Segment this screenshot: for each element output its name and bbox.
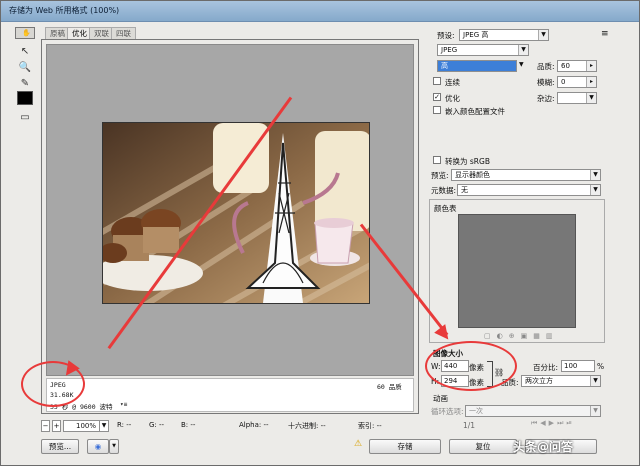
status-index: 索引: --: [358, 422, 382, 430]
convert-srgb-checkbox[interactable]: [433, 156, 441, 164]
metadata-label: 元数据:: [431, 186, 457, 195]
animation-title: 动画: [433, 394, 448, 403]
status-b: B: --: [181, 421, 196, 429]
resample-select[interactable]: 两次立方 ▼: [521, 375, 601, 387]
status-hex: 十六进制: --: [288, 422, 326, 430]
loop-select[interactable]: 一次 ▼: [465, 405, 601, 417]
progressive-checkbox[interactable]: [433, 77, 441, 85]
metadata-select[interactable]: 无 ▼: [457, 184, 601, 196]
quality-label: 品质:: [537, 62, 555, 71]
preview-image: [102, 122, 370, 304]
preview-canvas[interactable]: [46, 44, 414, 376]
title-bar: 存储为 Web 所用格式 (100%): [1, 1, 639, 22]
reset-button[interactable]: 复位: [449, 439, 517, 454]
eyedropper-tool-icon[interactable]: ✎: [15, 75, 35, 91]
preview-mode-select[interactable]: 显示器颜色 ▼: [451, 169, 601, 181]
loop-label: 循环选项:: [431, 407, 464, 416]
optimization-info: JPEG 31.68K 35 秒 @ 9600 波特 ▾≡ 60 品质: [46, 378, 414, 412]
matte-select[interactable]: ▼: [557, 92, 597, 104]
matte-label: 杂边:: [537, 94, 555, 103]
zoom-tool-icon[interactable]: 🔍: [15, 59, 35, 75]
convert-srgb-label: 转换为 sRGB: [445, 157, 490, 166]
blur-label: 模糊:: [537, 78, 555, 87]
percent-input[interactable]: 100: [561, 360, 595, 372]
info-quality: 60 品质: [377, 383, 402, 391]
chevron-down-icon: ▼: [586, 93, 596, 103]
preset-label: 预设:: [437, 31, 455, 40]
annotation-ellipse-size: [425, 341, 517, 391]
warning-icon: ⚠: [354, 439, 363, 449]
embed-profile-label: 嵌入颜色配置文件: [445, 107, 505, 116]
progressive-label: 连续: [445, 78, 460, 87]
info-menu-icon[interactable]: ▾≡: [120, 401, 127, 408]
save-button[interactable]: 存储: [369, 439, 441, 454]
embed-profile-checkbox[interactable]: [433, 106, 441, 114]
preset-select[interactable]: JPEG 高 ▼: [459, 29, 549, 41]
status-r: R: --: [117, 421, 132, 429]
eyedropper-color-swatch[interactable]: [17, 91, 33, 105]
color-table-toolbar-icons[interactable]: ▢◐⊕▣▦▥: [484, 332, 558, 340]
blur-input[interactable]: 0 ▸: [557, 76, 597, 88]
tab-4up[interactable]: 四联: [111, 27, 136, 39]
status-alpha: Alpha: --: [239, 421, 269, 429]
toggle-slices-icon[interactable]: ▭: [15, 109, 35, 125]
slice-select-tool-icon[interactable]: ↖: [15, 43, 35, 59]
frame-counter: 1/1: [463, 421, 476, 430]
preset-menu-icon[interactable]: ≡: [601, 29, 609, 39]
preview-button[interactable]: 预览...: [41, 439, 79, 454]
tool-strip: ✋ ↖ 🔍 ✎ ▭: [15, 27, 37, 127]
status-bar: − + 100% ▼ R: -- G: -- B: -- Alpha: -- 十…: [41, 419, 421, 433]
chevron-down-icon: ▼: [590, 376, 600, 386]
chevron-right-icon: ▸: [586, 77, 596, 87]
color-table-panel: 颜色表 ▢◐⊕▣▦▥: [429, 199, 605, 343]
watermark-text: 头条@问答: [513, 440, 574, 454]
percent-unit: %: [597, 362, 605, 371]
zoom-out-button[interactable]: −: [41, 420, 50, 432]
quality-input[interactable]: 60 ▸: [557, 60, 597, 72]
window-title: 存储为 Web 所用格式 (100%): [9, 6, 120, 15]
chevron-down-icon: ▼: [518, 45, 528, 55]
preview-mode-label: 预览:: [431, 171, 449, 180]
compression-chevron-icon[interactable]: ▼: [519, 61, 524, 68]
optimized-label: 优化: [445, 94, 460, 103]
optimized-checkbox[interactable]: ✓: [433, 93, 441, 101]
zoom-dropdown-icon[interactable]: ▼: [99, 420, 109, 432]
view-tabs: 原稿 优化 双联 四联: [41, 27, 421, 39]
color-table-label: 颜色表: [434, 204, 457, 213]
chevron-down-icon: ▼: [538, 30, 548, 40]
compression-select[interactable]: 高: [437, 60, 517, 72]
chevron-right-icon: ▸: [586, 61, 596, 71]
save-for-web-dialog: 存储为 Web 所用格式 (100%) ✋ ↖ 🔍 ✎ ▭ 原稿 优化 双联 四…: [0, 0, 640, 466]
browser-preview-button[interactable]: ◉: [87, 439, 109, 454]
zoom-in-button[interactable]: +: [52, 420, 61, 432]
status-g: G: --: [149, 421, 165, 429]
percent-label: 百分比:: [533, 363, 559, 372]
browser-dropdown-button[interactable]: ▼: [109, 439, 119, 454]
color-table-area[interactable]: [458, 214, 576, 328]
animation-controls-icons[interactable]: ⏮◀▶⏭⏯: [531, 419, 575, 428]
hand-tool-icon[interactable]: ✋: [15, 27, 35, 39]
chevron-down-icon: ▼: [590, 170, 600, 180]
chevron-down-icon: ▼: [590, 406, 600, 416]
photo-eiffel-teapot: [103, 123, 369, 303]
format-select[interactable]: JPEG ▼: [437, 44, 529, 56]
browser-icon: ◉: [94, 442, 102, 451]
chevron-down-icon: ▼: [590, 185, 600, 195]
